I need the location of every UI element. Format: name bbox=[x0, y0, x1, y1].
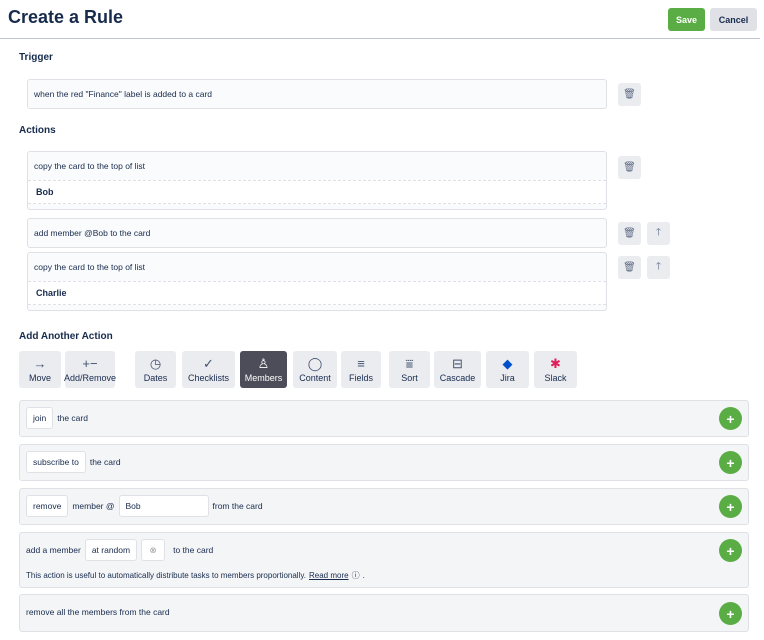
divider bbox=[0, 38, 760, 39]
save-button[interactable]: Save bbox=[668, 8, 705, 31]
info-icon: ⓘ bbox=[351, 571, 360, 580]
tab-sort[interactable]: ⩸ Sort bbox=[389, 351, 430, 388]
add-action-button[interactable]: + bbox=[719, 407, 742, 430]
action-item[interactable]: copy the card to the top of list Charlie bbox=[27, 252, 607, 311]
action-item[interactable]: add member @Bob to the card bbox=[27, 218, 607, 248]
tab-move[interactable]: → Move bbox=[19, 351, 61, 388]
tab-label: Checklists bbox=[187, 372, 229, 383]
action-text: copy the card to the top of list bbox=[34, 262, 146, 272]
tab-slack[interactable]: ✱ Slack bbox=[534, 351, 577, 388]
action-text: add member @Bob to the card bbox=[34, 228, 151, 238]
filter-icon: ⩸ bbox=[405, 355, 414, 371]
tab-label: Slack bbox=[544, 372, 567, 383]
tab-cascade[interactable]: ⊟ Cascade bbox=[434, 351, 481, 388]
person-icon: ♙ bbox=[257, 355, 270, 371]
remove-member-action: remove member @ Bob from the card + bbox=[19, 488, 749, 525]
page-title: Create a Rule bbox=[8, 7, 124, 27]
trash-icon[interactable]: 🗑 bbox=[618, 256, 641, 279]
plus-minus-icon: +− bbox=[82, 355, 98, 371]
arrow-up-icon[interactable]: 🡑 bbox=[647, 222, 670, 245]
action-text: the card bbox=[89, 457, 121, 467]
remove-all-action: remove all the members from the card + bbox=[19, 594, 749, 632]
arrow-right-icon: → bbox=[33, 355, 47, 371]
action-item[interactable]: copy the card to the top of list Bob bbox=[27, 151, 607, 210]
action-text: from the card bbox=[212, 501, 263, 511]
tab-fields[interactable]: ≡ Fields bbox=[341, 351, 381, 388]
action-text: to the card bbox=[173, 545, 214, 555]
action-text: member @ bbox=[72, 501, 115, 511]
help-text: This action is useful to automatically d… bbox=[26, 571, 306, 580]
tab-add-remove[interactable]: +− Add/Remove bbox=[63, 351, 117, 388]
remove-select[interactable]: remove bbox=[26, 495, 69, 517]
action-sub-value: Charlie bbox=[28, 281, 606, 305]
trigger-text: when the red "Finance" label is added to… bbox=[34, 89, 213, 99]
trigger-box[interactable]: when the red "Finance" label is added to… bbox=[27, 79, 607, 109]
add-member-action: add a member at random ⊗ to the card This a… bbox=[19, 532, 749, 588]
action-text: copy the card to the top of list bbox=[34, 161, 146, 171]
tab-members[interactable]: ♙ Members bbox=[240, 351, 287, 388]
archive-icon: ⊟ bbox=[452, 355, 463, 371]
clock-icon: ◷ bbox=[149, 355, 162, 371]
action-text: add a member bbox=[26, 545, 81, 555]
trash-icon[interactable]: 🗑 bbox=[618, 222, 641, 245]
tab-label: Jira bbox=[500, 372, 515, 383]
add-action-button[interactable]: + bbox=[719, 495, 742, 518]
tab-checklists[interactable]: ✓ Checklists bbox=[182, 351, 235, 388]
check-icon: ✓ bbox=[203, 355, 214, 371]
clear-icon[interactable]: ⊗ bbox=[141, 539, 166, 561]
add-action-button[interactable]: + bbox=[719, 451, 742, 474]
join-select[interactable]: join bbox=[26, 407, 54, 429]
speech-bubble-icon: ◯ bbox=[307, 355, 323, 371]
trigger-heading: Trigger bbox=[19, 52, 53, 63]
tab-jira[interactable]: ◆ Jira bbox=[486, 351, 529, 388]
tab-label: Members bbox=[244, 372, 283, 383]
tab-label: Cascade bbox=[439, 372, 476, 383]
subscribe-select[interactable]: subscribe to bbox=[26, 451, 86, 473]
tab-label: Move bbox=[28, 372, 51, 383]
jira-icon: ◆ bbox=[502, 355, 513, 371]
trash-icon[interactable]: 🗑 bbox=[618, 156, 641, 179]
member-input[interactable]: Bob bbox=[118, 495, 209, 517]
join-action: join the card + bbox=[19, 400, 749, 437]
random-select[interactable]: at random bbox=[84, 539, 138, 561]
tab-label: Fields bbox=[348, 372, 373, 383]
add-action-button[interactable]: + bbox=[719, 539, 742, 562]
tab-label: Content bbox=[299, 372, 331, 383]
tab-label: Sort bbox=[401, 372, 418, 383]
lines-icon: ≡ bbox=[357, 355, 365, 371]
add-action-button[interactable]: + bbox=[719, 602, 742, 625]
tab-label: Add/Remove bbox=[63, 372, 117, 383]
tab-content[interactable]: ◯ Content bbox=[293, 351, 337, 388]
action-text: remove all the members from the card bbox=[26, 607, 170, 617]
trash-icon[interactable]: 🗑 bbox=[618, 83, 641, 106]
tab-dates[interactable]: ◷ Dates bbox=[135, 351, 176, 388]
arrow-up-icon[interactable]: 🡑 bbox=[647, 256, 670, 279]
add-action-heading: Add Another Action bbox=[19, 331, 113, 342]
slack-icon: ✱ bbox=[550, 355, 561, 371]
help-end: . bbox=[362, 571, 365, 580]
cancel-button[interactable]: Cancel bbox=[710, 8, 757, 31]
subscribe-action: subscribe to the card + bbox=[19, 444, 749, 481]
actions-heading: Actions bbox=[19, 125, 56, 136]
action-text: the card bbox=[57, 413, 88, 423]
action-sub-value: Bob bbox=[28, 180, 606, 204]
read-more-link[interactable]: Read more bbox=[309, 571, 349, 580]
tab-label: Dates bbox=[143, 372, 168, 383]
